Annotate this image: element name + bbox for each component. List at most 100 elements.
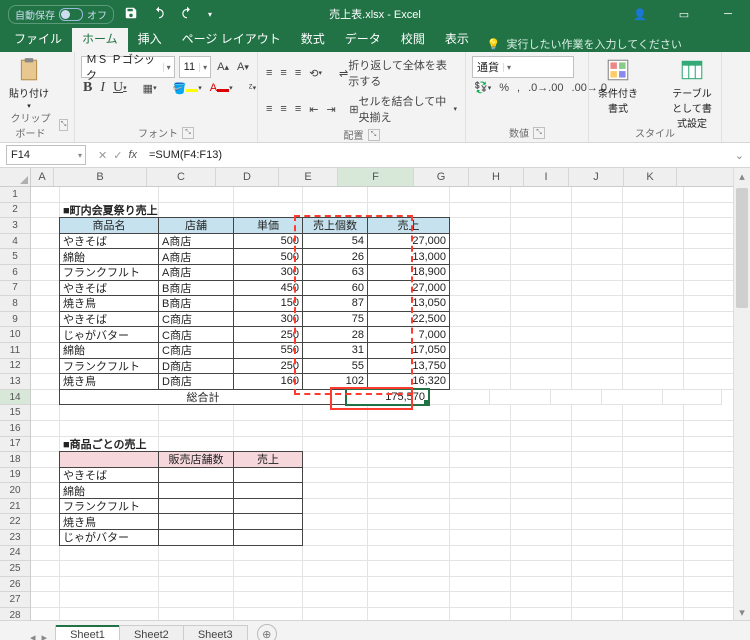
cell[interactable]: やきそば — [59, 311, 159, 328]
row-header[interactable]: 22 — [0, 514, 31, 530]
merge-center-button[interactable]: ⊞ セルを結合して中央揃え ▾ — [347, 92, 459, 126]
cell[interactable]: 総合計 — [59, 389, 347, 406]
cell[interactable] — [623, 218, 684, 234]
cell[interactable] — [303, 499, 368, 515]
cell[interactable] — [572, 265, 623, 281]
phonetic-icon[interactable]: ᶻ▾ — [247, 81, 258, 95]
cell[interactable] — [623, 437, 684, 453]
row-header[interactable]: 11 — [0, 343, 31, 359]
cell[interactable]: 250 — [233, 326, 303, 343]
cell[interactable] — [159, 577, 234, 593]
cell[interactable] — [450, 234, 511, 250]
cell[interactable]: 54 — [302, 233, 368, 250]
cell[interactable] — [60, 608, 159, 620]
cell[interactable] — [31, 530, 60, 546]
cell[interactable] — [511, 577, 572, 593]
cell[interactable] — [31, 405, 60, 421]
sheet-nav-next-icon[interactable]: ▸ — [42, 631, 48, 640]
cell[interactable] — [31, 359, 60, 375]
cell[interactable] — [368, 608, 450, 620]
cell[interactable] — [234, 203, 303, 219]
cell[interactable] — [450, 608, 511, 620]
cell[interactable] — [368, 514, 450, 530]
tab-insert[interactable]: 挿入 — [128, 26, 172, 52]
border-button[interactable]: ▦▾ — [141, 81, 159, 96]
cell[interactable] — [572, 374, 623, 390]
cell[interactable] — [31, 218, 60, 234]
cell[interactable] — [159, 592, 234, 608]
cell[interactable] — [511, 203, 572, 219]
cell[interactable] — [303, 468, 368, 484]
cell[interactable] — [450, 561, 511, 577]
vertical-scrollbar[interactable]: ▴ ▾ — [733, 168, 750, 620]
cell[interactable] — [511, 452, 572, 468]
cell[interactable] — [572, 468, 623, 484]
dialog-launcher-icon[interactable]: ⤡ — [368, 129, 380, 141]
cell[interactable] — [511, 561, 572, 577]
sheet-tab[interactable]: Sheet3 — [183, 625, 248, 640]
cell[interactable] — [234, 405, 303, 421]
cell[interactable] — [623, 530, 684, 546]
cell[interactable] — [450, 592, 511, 608]
col-header[interactable]: K — [624, 168, 677, 186]
cell[interactable] — [572, 343, 623, 359]
cell[interactable] — [234, 561, 303, 577]
cell[interactable]: 焼き鳥 — [59, 513, 159, 530]
cell[interactable] — [623, 374, 684, 390]
cell[interactable]: ■町内会夏祭り売上表 — [60, 203, 159, 219]
bold-button[interactable]: B — [81, 80, 94, 96]
cell[interactable] — [158, 498, 234, 515]
col-header[interactable]: A — [31, 168, 54, 186]
cell[interactable] — [303, 483, 368, 499]
cell[interactable]: 売上 — [233, 451, 303, 468]
cell[interactable]: 250 — [233, 358, 303, 375]
col-header[interactable]: C — [147, 168, 216, 186]
cell[interactable] — [60, 546, 159, 562]
qat-dropdown-icon[interactable]: ▾ — [204, 8, 216, 21]
cell[interactable] — [623, 296, 684, 312]
cell[interactable]: 焼き鳥 — [59, 295, 159, 312]
row-header[interactable]: 28 — [0, 608, 31, 620]
cell[interactable] — [572, 296, 623, 312]
cell[interactable] — [368, 468, 450, 484]
cell[interactable] — [623, 359, 684, 375]
cell[interactable] — [623, 499, 684, 515]
cell[interactable] — [303, 608, 368, 620]
cell[interactable] — [31, 483, 60, 499]
cell[interactable] — [511, 468, 572, 484]
cell[interactable]: 500 — [233, 233, 303, 250]
save-icon[interactable] — [120, 4, 142, 25]
cell[interactable] — [368, 546, 450, 562]
row-header[interactable]: 8 — [0, 296, 31, 312]
col-header[interactable]: F — [338, 168, 414, 186]
undo-icon[interactable] — [148, 4, 170, 25]
cell[interactable] — [450, 296, 511, 312]
row-header[interactable]: 13 — [0, 374, 31, 390]
cell[interactable] — [511, 234, 572, 250]
cell[interactable] — [368, 437, 450, 453]
row-header[interactable]: 19 — [0, 468, 31, 484]
cell[interactable]: じゃがバター — [59, 529, 159, 546]
align-center-icon[interactable]: ≡ — [278, 102, 288, 116]
grow-font-icon[interactable]: A▴ — [215, 60, 231, 74]
cell[interactable] — [572, 359, 623, 375]
inc-decimal-icon[interactable]: .0→.00 — [526, 81, 565, 95]
cell[interactable]: B商店 — [158, 280, 234, 297]
cell[interactable] — [234, 608, 303, 620]
cell[interactable]: 300 — [233, 311, 303, 328]
accounting-format-icon[interactable]: 💱▾ — [472, 80, 493, 95]
cell[interactable] — [158, 482, 234, 499]
cell[interactable] — [303, 592, 368, 608]
row-header[interactable]: 23 — [0, 530, 31, 546]
cell[interactable]: 17,050 — [367, 342, 450, 359]
cell[interactable] — [511, 359, 572, 375]
cell[interactable] — [511, 265, 572, 281]
cell[interactable] — [303, 405, 368, 421]
cell[interactable]: 150 — [233, 295, 303, 312]
cell[interactable] — [159, 608, 234, 620]
align-bottom-icon[interactable]: ≡ — [293, 66, 303, 80]
cell[interactable] — [450, 514, 511, 530]
col-header[interactable]: E — [279, 168, 338, 186]
cell[interactable] — [511, 608, 572, 620]
cell[interactable] — [450, 452, 511, 468]
